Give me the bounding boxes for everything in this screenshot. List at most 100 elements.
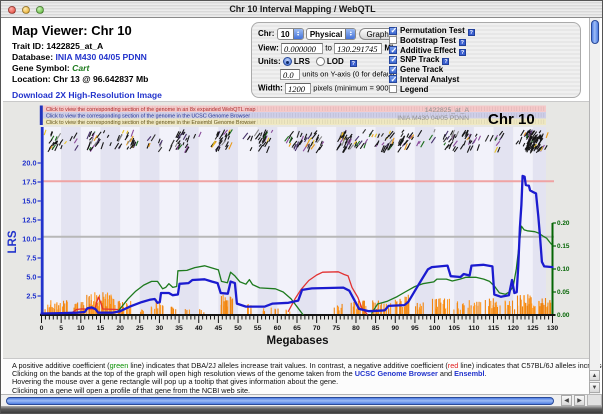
page-title: Map Viewer: Chr 10 (12, 23, 132, 38)
snp-bar (491, 308, 492, 314)
view-from-input[interactable] (281, 43, 323, 54)
svg-text:60: 60 (274, 325, 282, 332)
svg-text:110: 110 (468, 325, 479, 332)
svg-text:5: 5 (59, 325, 63, 332)
checkbox-snp-track[interactable]: SNP Track? (389, 55, 475, 65)
location-line: Location: Chr 13 @ 96.642837 Mb (12, 74, 148, 85)
checkbox-additive-effect[interactable]: Additive Effect? (389, 46, 475, 56)
svg-text:Chr 10: Chr 10 (488, 111, 535, 128)
snp-bar (531, 303, 532, 314)
help-icon[interactable]: ? (459, 39, 466, 46)
help-icon[interactable]: ? (468, 29, 475, 36)
checkbox-icon[interactable] (389, 36, 397, 44)
checkbox-icon[interactable] (389, 66, 397, 74)
svg-text:Click to view the correspondin: Click to view the corresponding section … (46, 107, 255, 113)
vertical-scrollbar-thumb[interactable] (591, 20, 599, 44)
window-titlebar[interactable]: Chr 10 Interval Mapping / WebQTL (1, 1, 603, 18)
svg-text:35: 35 (175, 325, 183, 332)
checkbox-legend[interactable]: Legend (389, 85, 475, 95)
snp-bar (505, 302, 506, 314)
map-type-select[interactable]: Physical▲▼ (306, 28, 356, 40)
svg-text:125: 125 (527, 325, 539, 332)
snp-bar (224, 301, 225, 314)
horizontal-scrollbar[interactable]: ◀ ▶ (1, 394, 589, 406)
snp-bar (449, 299, 450, 314)
checkbox-icon[interactable] (389, 56, 397, 64)
yaxis-row: units on Y-axis (0 for default) (280, 69, 397, 80)
checkbox-icon[interactable] (389, 46, 397, 54)
svg-text:7.5: 7.5 (26, 254, 36, 263)
width-input[interactable] (285, 83, 311, 94)
stripe (435, 127, 455, 315)
footer-link[interactable]: Ensembl (454, 369, 484, 378)
units-radio-lod[interactable] (316, 57, 325, 66)
svg-text:25: 25 (136, 325, 144, 332)
svg-text:40: 40 (195, 325, 203, 332)
svg-text:15: 15 (97, 325, 105, 332)
gene-symbol-line: Gene Symbol: Cart (12, 63, 148, 74)
help-icon[interactable]: ? (442, 58, 449, 65)
stripe (238, 127, 258, 315)
checkbox-gene-track[interactable]: Gene Track (389, 65, 475, 75)
snp-bar (173, 309, 174, 314)
scroll-up-icon[interactable]: ▲ (589, 370, 600, 381)
snp-bar (500, 305, 501, 314)
header-section: Map Viewer: Chr 10 Trait ID: 1422825_at_… (3, 18, 589, 101)
view-to-input[interactable] (334, 43, 382, 54)
snp-bar (460, 310, 461, 314)
snp-bar (189, 310, 190, 314)
snp-bar (388, 308, 389, 314)
svg-text:55: 55 (254, 325, 262, 332)
snp-bar (103, 297, 104, 314)
svg-text:100: 100 (429, 325, 441, 332)
svg-text:130: 130 (547, 325, 559, 332)
snp-bar (490, 301, 491, 314)
snp-bar (510, 306, 511, 314)
snp-bar (264, 311, 265, 314)
snp-bar (545, 298, 546, 314)
footer-text: . (485, 369, 487, 378)
horizontal-scrollbar-thumb[interactable] (6, 397, 554, 405)
snp-bar (400, 300, 401, 314)
yaxis-units-input[interactable] (280, 69, 300, 80)
snp-bar (489, 299, 490, 314)
checkbox-icon[interactable] (389, 85, 397, 93)
snp-bar (550, 303, 551, 314)
svg-text:LRS: LRS (7, 230, 19, 253)
snp-bar (185, 309, 186, 314)
scroll-right-icon[interactable]: ▶ (574, 395, 585, 406)
units-help-icon[interactable]: ? (350, 60, 357, 67)
svg-text:0.05: 0.05 (557, 289, 570, 296)
snp-bar (341, 308, 342, 314)
vertical-scrollbar[interactable]: ▲ ▼ (589, 18, 600, 394)
gene-glyph[interactable] (546, 132, 549, 138)
svg-text:0.10: 0.10 (557, 266, 570, 273)
scroll-left-icon[interactable]: ◀ (561, 395, 572, 406)
snp-bar (444, 299, 445, 314)
checkbox-bootstrap-test[interactable]: Bootstrap Test? (389, 36, 475, 46)
checkbox-permutation-test[interactable]: Permutation Test? (389, 26, 475, 36)
stripe (474, 127, 494, 315)
scroll-down-icon[interactable]: ▼ (589, 382, 600, 393)
chr-select[interactable]: 10▲▼ (277, 28, 304, 40)
database-link[interactable]: INIA M430 04/05 PDNN (55, 52, 146, 62)
checkbox-interval-analyst[interactable]: Interval Analyst (389, 75, 475, 85)
snp-bar (383, 304, 384, 314)
svg-text:5.0: 5.0 (26, 273, 36, 282)
snp-bar (362, 301, 363, 314)
checkbox-label: Bootstrap Test (400, 36, 456, 45)
download-hires-link[interactable]: Download 2X High-Resolution Image (12, 90, 162, 100)
checkbox-icon[interactable] (389, 27, 397, 35)
svg-text:17.5: 17.5 (22, 178, 36, 187)
units-radio-label: LRS (294, 57, 310, 66)
svg-text:Click to view the correspondin: Click to view the corresponding section … (46, 113, 250, 119)
snp-bar (94, 292, 95, 314)
gene-symbol-link[interactable]: Cart (72, 63, 89, 73)
units-radio-lrs[interactable] (283, 57, 292, 66)
checkbox-icon[interactable] (389, 75, 397, 83)
snp-bar (443, 304, 444, 314)
footer-link[interactable]: UCSC Genome Browser (355, 369, 438, 378)
help-icon[interactable]: ? (459, 49, 466, 56)
svg-text:95: 95 (411, 325, 419, 332)
stripe (42, 127, 62, 315)
